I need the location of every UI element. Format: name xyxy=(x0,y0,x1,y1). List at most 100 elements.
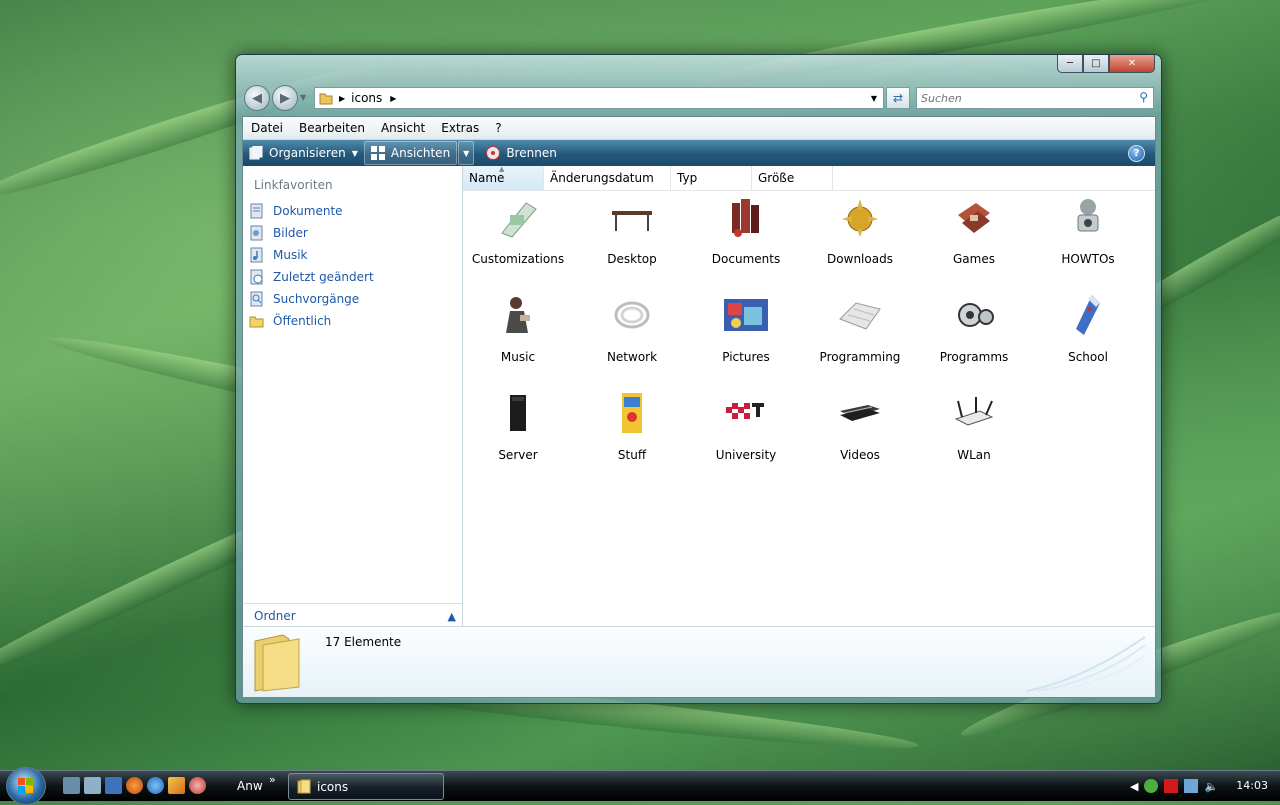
customizations-icon xyxy=(501,202,537,238)
file-label: Downloads xyxy=(827,252,893,266)
internet-explorer-icon[interactable] xyxy=(147,777,164,794)
file-item[interactable]: HOWTOs xyxy=(1038,195,1138,266)
address-bar[interactable]: ▶ icons ▶ ▼ xyxy=(314,87,884,109)
nav-item-label: Bilder xyxy=(273,226,308,240)
file-item[interactable]: Music xyxy=(468,293,568,364)
breadcrumb-separator-icon[interactable]: ▶ xyxy=(390,94,396,103)
burn-button[interactable]: Brennen xyxy=(480,142,562,164)
tray-antivirus-icon[interactable] xyxy=(1164,779,1179,793)
menu-datei[interactable]: Datei xyxy=(243,121,291,135)
file-item[interactable]: Videos xyxy=(810,391,910,462)
volume-icon[interactable]: 🔈 xyxy=(1204,780,1218,793)
tray-expand-icon[interactable]: ◀ xyxy=(1130,780,1138,793)
forward-arrow-icon: ▶ xyxy=(280,90,290,106)
file-label: Customizations xyxy=(471,252,565,266)
file-item[interactable]: Desktop xyxy=(582,195,682,266)
folders-toggle[interactable]: Ordner ▲ xyxy=(243,603,462,628)
forward-button[interactable]: ▶ xyxy=(272,85,298,111)
documents-folder-icon xyxy=(732,199,759,237)
quick-launch xyxy=(63,777,206,794)
file-item[interactable]: Programming xyxy=(810,293,910,364)
breadcrumb-icons[interactable]: icons xyxy=(351,91,382,105)
refresh-button[interactable]: ⇄ xyxy=(886,87,910,109)
howtos-icon xyxy=(1077,199,1099,232)
quicklaunch-expand-icon[interactable]: » xyxy=(269,773,276,786)
back-button[interactable]: ◀ xyxy=(244,85,270,111)
file-item[interactable]: WLan xyxy=(924,391,1024,462)
nav-item-music[interactable]: Musik xyxy=(243,244,462,266)
minimize-button[interactable]: ─ xyxy=(1057,55,1083,73)
show-desktop-icon[interactable] xyxy=(63,777,80,794)
file-item[interactable]: Games xyxy=(924,195,1024,266)
menu-extras[interactable]: Extras xyxy=(433,121,487,135)
maximize-button[interactable]: □ xyxy=(1083,55,1109,73)
file-item[interactable]: School xyxy=(1038,293,1138,364)
folders-label: Ordner xyxy=(254,609,296,623)
file-label: Games xyxy=(953,252,995,266)
chevron-down-icon: ▼ xyxy=(463,148,470,158)
firefox-icon[interactable] xyxy=(126,777,143,794)
nav-item-label: Öffentlich xyxy=(273,314,332,328)
network-tray-icon[interactable] xyxy=(1184,779,1199,793)
desktop-icon xyxy=(612,211,652,231)
nav-item-pictures[interactable]: Bilder xyxy=(243,222,462,244)
menu-ansicht[interactable]: Ansicht xyxy=(373,121,433,135)
search-input[interactable] xyxy=(917,88,1123,108)
file-item[interactable]: Network xyxy=(582,293,682,364)
back-arrow-icon: ◀ xyxy=(252,90,262,106)
views-dropdown-button[interactable]: ▼ xyxy=(458,141,475,165)
nav-item-searches[interactable]: Suchvorgänge xyxy=(243,288,462,310)
file-item[interactable]: Stuff xyxy=(582,391,682,462)
media-icon[interactable] xyxy=(189,777,206,794)
column-type[interactable]: Typ xyxy=(671,166,752,190)
views-label: Ansichten xyxy=(390,146,451,160)
start-button[interactable] xyxy=(6,767,46,805)
chevron-up-icon: ▲ xyxy=(447,609,456,623)
file-item[interactable]: University xyxy=(696,391,796,462)
quicklaunch-label[interactable]: Anw xyxy=(237,779,263,793)
history-dropdown-icon[interactable]: ▼ xyxy=(300,93,306,102)
file-label: HOWTOs xyxy=(1061,252,1115,266)
app-launcher-icon[interactable] xyxy=(168,777,185,794)
search-icon[interactable]: ⚲ xyxy=(1139,90,1148,104)
views-button[interactable]: Ansichten xyxy=(363,141,458,165)
help-icon[interactable]: ? xyxy=(1128,145,1145,162)
nav-item-public[interactable]: Öffentlich xyxy=(243,310,462,332)
details-pane: 17 Elemente xyxy=(243,626,1155,697)
menu-bearbeiten[interactable]: Bearbeiten xyxy=(291,121,373,135)
organize-button[interactable]: Organisieren ▼ xyxy=(243,142,364,164)
documents-icon xyxy=(250,203,263,219)
file-label: Desktop xyxy=(607,252,657,266)
file-label: School xyxy=(1068,350,1108,364)
file-item[interactable]: Programms xyxy=(924,293,1024,364)
item-count: 17 Elemente xyxy=(325,635,402,649)
file-item[interactable]: Pictures xyxy=(696,293,796,364)
column-size[interactable]: Größe xyxy=(752,166,833,190)
file-label: Videos xyxy=(840,448,880,462)
file-label: Music xyxy=(500,350,536,364)
file-label: Programming xyxy=(819,350,901,364)
tray-status-icon[interactable] xyxy=(1144,779,1159,793)
breadcrumb-separator-icon[interactable]: ▶ xyxy=(339,94,345,103)
organize-label: Organisieren xyxy=(269,146,346,160)
file-item[interactable]: Documents xyxy=(696,195,796,266)
close-button[interactable]: ✕ xyxy=(1109,55,1155,73)
address-dropdown-icon[interactable]: ▼ xyxy=(871,94,877,103)
school-icon xyxy=(1076,295,1100,335)
file-label: WLan xyxy=(957,448,991,462)
file-label: Network xyxy=(606,350,658,364)
column-name[interactable]: ▲ Name xyxy=(463,165,544,190)
computer-icon[interactable] xyxy=(105,777,122,794)
switch-windows-icon[interactable] xyxy=(84,777,101,794)
nav-item-recently-changed[interactable]: Zuletzt geändert xyxy=(243,266,462,288)
music-folder-icon xyxy=(506,297,530,333)
file-item[interactable]: Server xyxy=(468,391,568,462)
menu-help[interactable]: ? xyxy=(487,121,509,135)
column-date-modified[interactable]: Änderungsdatum xyxy=(544,166,671,190)
nav-item-label: Zuletzt geändert xyxy=(273,270,374,284)
nav-item-documents[interactable]: Dokumente xyxy=(243,200,462,222)
file-item[interactable]: Downloads xyxy=(810,195,910,266)
file-item[interactable]: Customizations xyxy=(468,195,568,266)
clock[interactable]: 14:03 xyxy=(1236,779,1268,792)
taskbar-button-icons[interactable]: icons xyxy=(288,773,444,800)
